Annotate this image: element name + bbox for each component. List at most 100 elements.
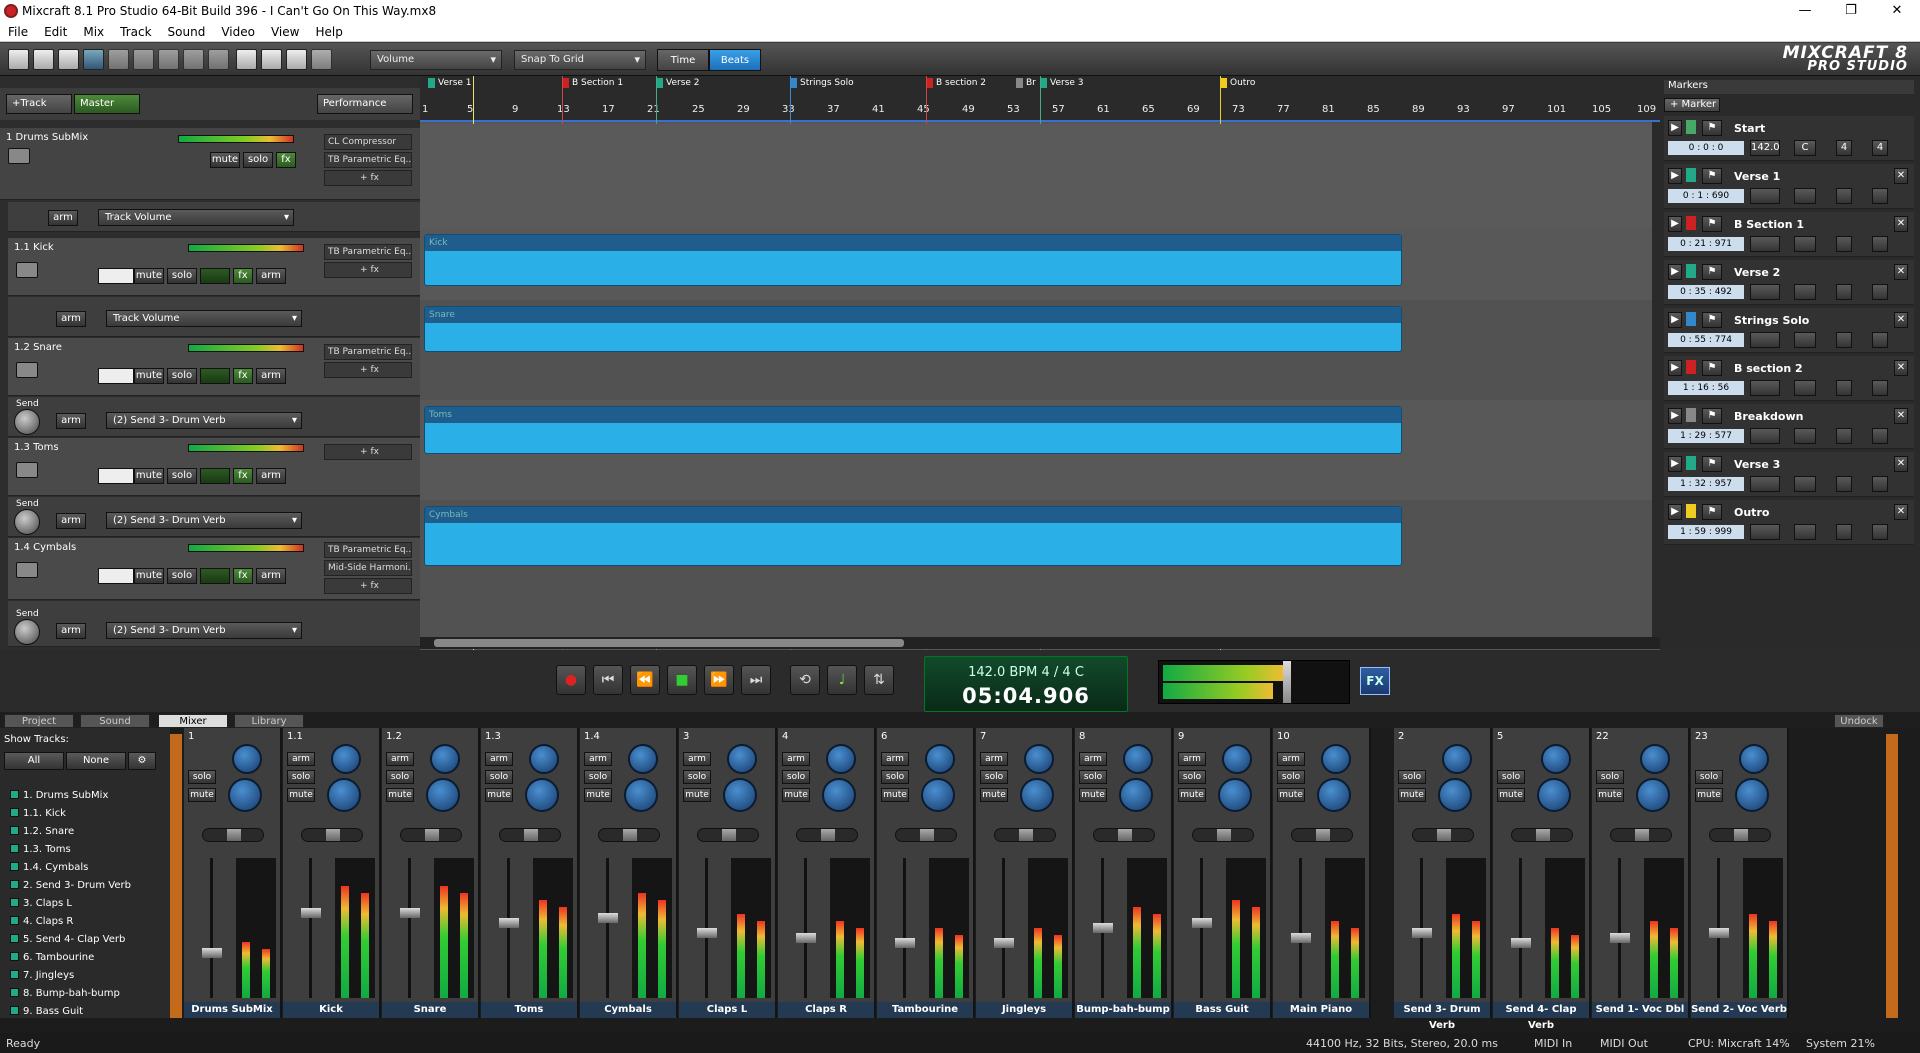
loop-button[interactable]: ⟲ — [790, 665, 820, 695]
solo-button[interactable]: solo — [485, 770, 513, 784]
mixer-scroll-right[interactable] — [1886, 734, 1898, 1018]
flag-icon[interactable]: ⚑ — [1702, 120, 1722, 136]
arm-button[interactable]: arm — [386, 752, 414, 766]
mixer-strip[interactable]: 10 arm solo mute Main Piano — [1273, 728, 1371, 1018]
volume-fader[interactable] — [1598, 858, 1642, 998]
marker-color-swatch[interactable] — [1686, 264, 1696, 278]
arm-button[interactable]: arm — [584, 752, 612, 766]
close-icon[interactable]: ✕ — [1894, 504, 1908, 520]
play-marker-icon[interactable]: ▶ — [1668, 408, 1682, 424]
checkbox-icon[interactable] — [10, 826, 19, 835]
master-level-meter[interactable] — [1158, 660, 1350, 704]
eq-lo-knob[interactable] — [1020, 778, 1054, 812]
ruler-marker[interactable]: B section 2 — [926, 78, 986, 90]
cut-icon[interactable] — [108, 49, 129, 70]
eq-hi-knob[interactable] — [1541, 744, 1571, 774]
marker-row[interactable]: ▶ ⚑ Start 0 : 0 : 0 142.0 C 4 4 — [1664, 116, 1914, 161]
flag-icon[interactable]: ⚑ — [1702, 264, 1722, 280]
rewind-button[interactable]: ⏪ — [630, 665, 660, 695]
solo-button[interactable]: solo — [1695, 770, 1723, 784]
close-button[interactable]: ✕ — [1874, 0, 1920, 22]
flag-icon[interactable]: ⚑ — [1702, 216, 1722, 232]
arm-button[interactable]: arm — [683, 752, 711, 766]
eq-lo-knob[interactable] — [1438, 778, 1472, 812]
zoom-out-icon[interactable] — [261, 49, 282, 70]
arm-button[interactable]: arm — [56, 311, 86, 327]
lane-toms[interactable]: Toms — [420, 400, 1652, 500]
eq-lo-knob[interactable] — [624, 778, 658, 812]
volume-fader[interactable] — [1081, 858, 1125, 998]
mixer-strip[interactable]: 3 arm solo mute Claps L — [679, 728, 777, 1018]
show-track-checkbox[interactable]: 6. Tambourine — [10, 952, 160, 969]
fader-handle[interactable] — [994, 938, 1014, 948]
sig-den-field[interactable] — [1872, 188, 1888, 204]
pan-handle[interactable] — [227, 829, 241, 841]
marker-color-swatch[interactable] — [1686, 216, 1696, 230]
play-marker-icon[interactable]: ▶ — [1668, 504, 1682, 520]
pan-slider[interactable] — [1709, 828, 1771, 842]
piano-icon[interactable] — [98, 268, 134, 284]
volume-fader[interactable] — [586, 858, 630, 998]
mute-button[interactable]: mute — [881, 788, 909, 802]
show-track-checkbox[interactable]: 1.3. Toms — [10, 844, 160, 861]
close-icon[interactable]: ✕ — [1894, 216, 1908, 232]
tempo-field[interactable] — [1750, 476, 1780, 492]
pan-slider[interactable] — [1511, 828, 1573, 842]
solo-button[interactable]: solo — [287, 770, 315, 784]
eq-hi-knob[interactable] — [1739, 744, 1769, 774]
solo-button[interactable]: solo — [1277, 770, 1305, 784]
flag-icon[interactable]: ⚑ — [1702, 504, 1722, 520]
volume-fader[interactable] — [487, 858, 531, 998]
tempo-field[interactable] — [1750, 524, 1780, 540]
sig-den-field[interactable] — [1872, 284, 1888, 300]
play-button[interactable]: ■ — [667, 665, 697, 695]
lane-snare[interactable]: Snare — [420, 300, 1652, 400]
open-recent-icon[interactable] — [58, 49, 79, 70]
sig-num-field[interactable] — [1836, 332, 1852, 348]
mute-button[interactable]: mute — [584, 788, 612, 802]
play-marker-icon[interactable]: ▶ — [1668, 168, 1682, 184]
mute-button[interactable]: mute — [782, 788, 810, 802]
ruler-marker[interactable]: B Section 1 — [562, 78, 623, 90]
mute-button[interactable]: mute — [1178, 788, 1206, 802]
add-fx-slot[interactable]: + fx — [324, 444, 412, 460]
marker-name[interactable]: Start — [1734, 122, 1765, 135]
solo-button[interactable]: solo — [782, 770, 810, 784]
marker-row[interactable]: ▶ ⚑ Verse 1 0 : 1 : 690 ✕ — [1664, 164, 1914, 209]
fader-handle[interactable] — [598, 913, 618, 923]
gear-icon[interactable] — [311, 49, 332, 70]
pan-handle[interactable] — [524, 829, 538, 841]
marker-color-swatch[interactable] — [1686, 120, 1696, 134]
solo-button[interactable]: solo — [683, 770, 711, 784]
key-field[interactable] — [1794, 332, 1816, 348]
checkbox-icon[interactable] — [10, 790, 19, 799]
fader-handle[interactable] — [400, 908, 420, 918]
eq-lo-knob[interactable] — [1537, 778, 1571, 812]
punch-button[interactable]: ⇅ — [864, 665, 894, 695]
mute-button[interactable]: mute — [386, 788, 414, 802]
mute-button[interactable]: mute — [134, 368, 164, 384]
send-knob[interactable] — [14, 619, 40, 645]
ruler-marker[interactable]: Br — [1016, 78, 1036, 90]
show-track-checkbox[interactable]: 1.1. Kick — [10, 808, 160, 825]
snap-dropdown[interactable]: Snap To Grid — [514, 50, 646, 70]
sig-num-field[interactable] — [1836, 428, 1852, 444]
redo-icon[interactable] — [208, 49, 229, 70]
sig-num-field[interactable] — [1836, 380, 1852, 396]
arm-button[interactable]: arm — [48, 210, 78, 226]
add-fx-slot[interactable]: + fx — [324, 262, 412, 278]
fader-handle[interactable] — [1192, 918, 1212, 928]
tab-project[interactable]: Project — [4, 714, 74, 728]
fx-button[interactable]: fx — [233, 468, 253, 484]
checkbox-icon[interactable] — [10, 988, 19, 997]
fader-handle[interactable] — [697, 928, 717, 938]
copy-icon[interactable] — [133, 49, 154, 70]
beats-toggle[interactable]: Beats — [709, 49, 761, 71]
pan-slider[interactable] — [1291, 828, 1353, 842]
pan-slider[interactable] — [895, 828, 957, 842]
save-icon[interactable] — [83, 49, 104, 70]
ruler-marker[interactable]: Verse 2 — [656, 78, 700, 90]
eq-hi-knob[interactable] — [1123, 744, 1153, 774]
marker-color-swatch[interactable] — [1686, 408, 1696, 422]
solo-button[interactable]: solo — [167, 468, 197, 484]
